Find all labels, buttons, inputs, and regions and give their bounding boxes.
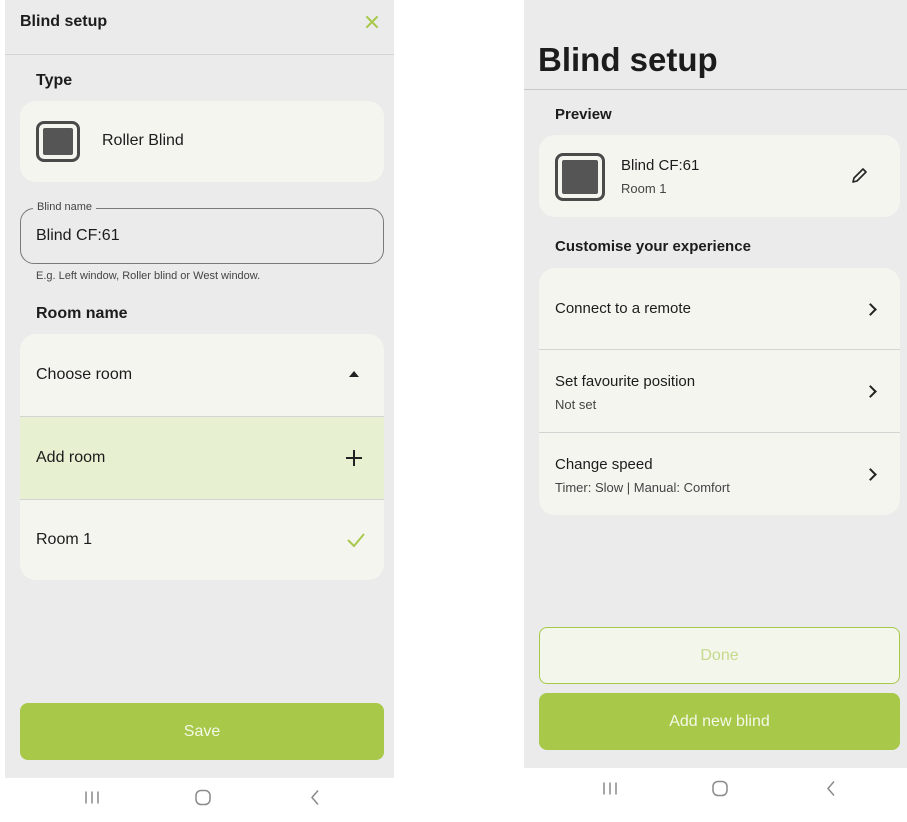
blind-name-label: Blind name <box>33 201 97 213</box>
caret-up-icon <box>349 371 359 377</box>
add-new-blind-button[interactable]: Add new blind <box>539 693 900 750</box>
chevron-right-icon <box>864 303 877 316</box>
home-icon[interactable] <box>711 780 729 803</box>
back-icon[interactable] <box>309 789 321 812</box>
option-label: Change speed <box>555 456 653 473</box>
add-room-label: Add room <box>36 449 106 466</box>
close-icon[interactable] <box>362 12 382 32</box>
left-nav-bar <box>5 778 394 822</box>
room-heading: Room name <box>36 305 128 322</box>
favourite-position-option[interactable]: Set favourite position Not set <box>539 350 900 432</box>
edit-pencil-icon[interactable] <box>849 166 869 186</box>
preview-room: Room 1 <box>621 181 667 196</box>
title-divider <box>524 89 907 90</box>
roller-blind-icon <box>36 121 80 162</box>
header-divider <box>5 54 394 55</box>
blind-name-field[interactable]: Blind name Blind CF:61 <box>20 201 384 264</box>
right-screen: Blind setup Preview Blind CF:61 Room 1 C… <box>524 0 907 768</box>
check-icon <box>345 530 367 550</box>
preview-card: Blind CF:61 Room 1 <box>539 135 900 217</box>
right-nav-bar <box>524 768 907 814</box>
type-card: Roller Blind <box>20 101 384 182</box>
plus-icon <box>344 448 364 468</box>
type-value: Roller Blind <box>102 132 184 149</box>
roller-blind-icon <box>555 153 605 201</box>
blind-name-hint: E.g. Left window, Roller blind or West w… <box>36 270 261 282</box>
choose-room-dropdown[interactable]: Choose room <box>20 334 384 416</box>
header-title: Blind setup <box>20 13 108 30</box>
connect-remote-option[interactable]: Connect to a remote <box>539 268 900 349</box>
customise-heading: Customise your experience <box>555 238 751 255</box>
change-speed-option[interactable]: Change speed Timer: Slow | Manual: Comfo… <box>539 433 900 515</box>
room-dropdown: Choose room Add room Room 1 <box>20 334 384 580</box>
recent-apps-icon[interactable] <box>84 791 100 810</box>
option-label: Set favourite position <box>555 373 696 390</box>
choose-room-label: Choose room <box>36 366 133 383</box>
option-sublabel: Timer: Slow | Manual: Comfort <box>555 480 730 495</box>
option-sublabel: Not set <box>555 397 597 412</box>
done-button[interactable]: Done <box>539 627 900 684</box>
page-title: Blind setup <box>538 41 718 78</box>
option-label: Connect to a remote <box>555 300 691 317</box>
left-screen: Blind setup Type Roller Blind Blind name… <box>5 0 394 778</box>
back-icon[interactable] <box>825 780 837 803</box>
options-card: Connect to a remote Set favourite positi… <box>539 268 900 515</box>
recent-apps-icon[interactable] <box>602 782 618 801</box>
preview-name: Blind CF:61 <box>621 157 700 174</box>
blind-name-input[interactable]: Blind CF:61 <box>36 227 120 245</box>
add-room-option[interactable]: Add room <box>20 417 384 499</box>
chevron-right-icon <box>864 385 877 398</box>
room-1-option[interactable]: Room 1 <box>20 500 384 580</box>
save-button[interactable]: Save <box>20 703 384 760</box>
type-heading: Type <box>36 72 73 89</box>
preview-heading: Preview <box>555 106 612 123</box>
chevron-right-icon <box>864 468 877 481</box>
room-1-label: Room 1 <box>36 531 93 548</box>
home-icon[interactable] <box>194 789 212 812</box>
